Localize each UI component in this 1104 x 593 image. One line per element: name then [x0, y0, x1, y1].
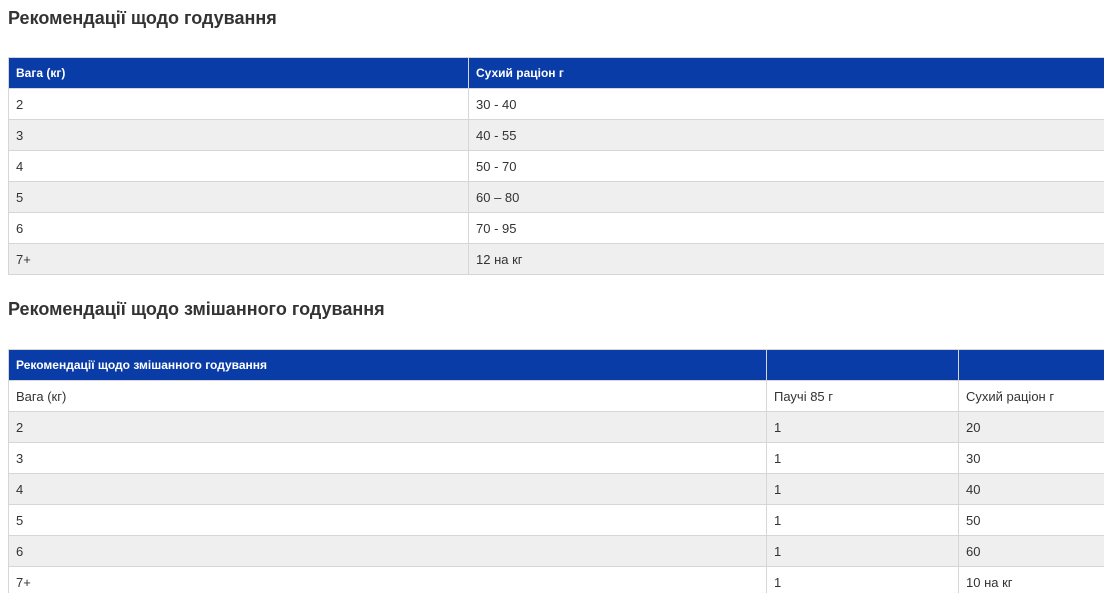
- cell-weight: 2: [8, 88, 469, 120]
- cell-dry-ration: 50 - 70: [468, 150, 1104, 182]
- cell-dry-ration: 40 - 55: [468, 119, 1104, 151]
- feeding-table: Вага (кг) Сухий раціон г 2 30 - 40 3 40 …: [8, 57, 1104, 275]
- cell-weight: 2: [8, 411, 767, 443]
- column-label-weight: Вага (кг): [8, 380, 767, 412]
- cell-weight: 4: [8, 150, 469, 182]
- cell-weight: 7+: [8, 243, 469, 275]
- cell-dry-ration: 30 - 40: [468, 88, 1104, 120]
- table-header-row: Вага (кг) Сухий раціон г: [8, 57, 1104, 89]
- cell-dry-ration: 12 на кг: [468, 243, 1104, 275]
- cell-dry-ration: 20: [958, 411, 1104, 443]
- column-header-weight: Вага (кг): [8, 57, 469, 89]
- cell-dry-ration: 30: [958, 442, 1104, 474]
- mixed-feeding-table: Рекомендації щодо змішанного годування В…: [8, 349, 1104, 593]
- page: Рекомендації щодо годування Вага (кг) Су…: [0, 0, 1104, 593]
- table-row: 2 1 20: [8, 411, 1104, 443]
- cell-dry-ration: 60: [958, 535, 1104, 567]
- cell-weight: 6: [8, 212, 469, 244]
- section-title-mixed-feeding: Рекомендації щодо змішанного годування: [8, 299, 385, 319]
- table-header-empty: [766, 349, 959, 381]
- column-label-dry-ration: Сухий раціон г: [958, 380, 1104, 412]
- table-header-title: Рекомендації щодо змішанного годування: [8, 349, 767, 381]
- cell-weight: 3: [8, 442, 767, 474]
- table-row: 5 1 50: [8, 504, 1104, 536]
- cell-weight: 5: [8, 504, 767, 536]
- table-row: 7+ 1 10 на кг: [8, 566, 1104, 593]
- cell-pouch: 1: [766, 411, 959, 443]
- cell-dry-ration: 70 - 95: [468, 212, 1104, 244]
- section-title-feeding: Рекомендації щодо годування: [8, 8, 277, 28]
- table-header-empty: [958, 349, 1104, 381]
- cell-pouch: 1: [766, 566, 959, 593]
- cell-dry-ration: 60 – 80: [468, 181, 1104, 213]
- table-row: 4 1 40: [8, 473, 1104, 505]
- cell-weight: 6: [8, 535, 767, 567]
- table-row: 4 50 - 70: [8, 150, 1104, 182]
- cell-pouch: 1: [766, 535, 959, 567]
- table-row: 6 70 - 95: [8, 212, 1104, 244]
- cell-weight: 4: [8, 473, 767, 505]
- cell-weight: 7+: [8, 566, 767, 593]
- column-header-dry-ration: Сухий раціон г: [468, 57, 1104, 89]
- cell-dry-ration: 40: [958, 473, 1104, 505]
- table-header-row: Рекомендації щодо змішанного годування: [8, 349, 1104, 381]
- cell-pouch: 1: [766, 442, 959, 474]
- column-label-pouch: Паучі 85 г: [766, 380, 959, 412]
- table-row: 7+ 12 на кг: [8, 243, 1104, 275]
- cell-pouch: 1: [766, 473, 959, 505]
- cell-pouch: 1: [766, 504, 959, 536]
- table-row: 3 1 30: [8, 442, 1104, 474]
- table-row: 6 1 60: [8, 535, 1104, 567]
- table-row: 3 40 - 55: [8, 119, 1104, 151]
- cell-weight: 3: [8, 119, 469, 151]
- cell-dry-ration: 10 на кг: [958, 566, 1104, 593]
- table-subheader-row: Вага (кг) Паучі 85 г Сухий раціон г: [8, 380, 1104, 412]
- table-row: 5 60 – 80: [8, 181, 1104, 213]
- cell-weight: 5: [8, 181, 469, 213]
- cell-dry-ration: 50: [958, 504, 1104, 536]
- table-row: 2 30 - 40: [8, 88, 1104, 120]
